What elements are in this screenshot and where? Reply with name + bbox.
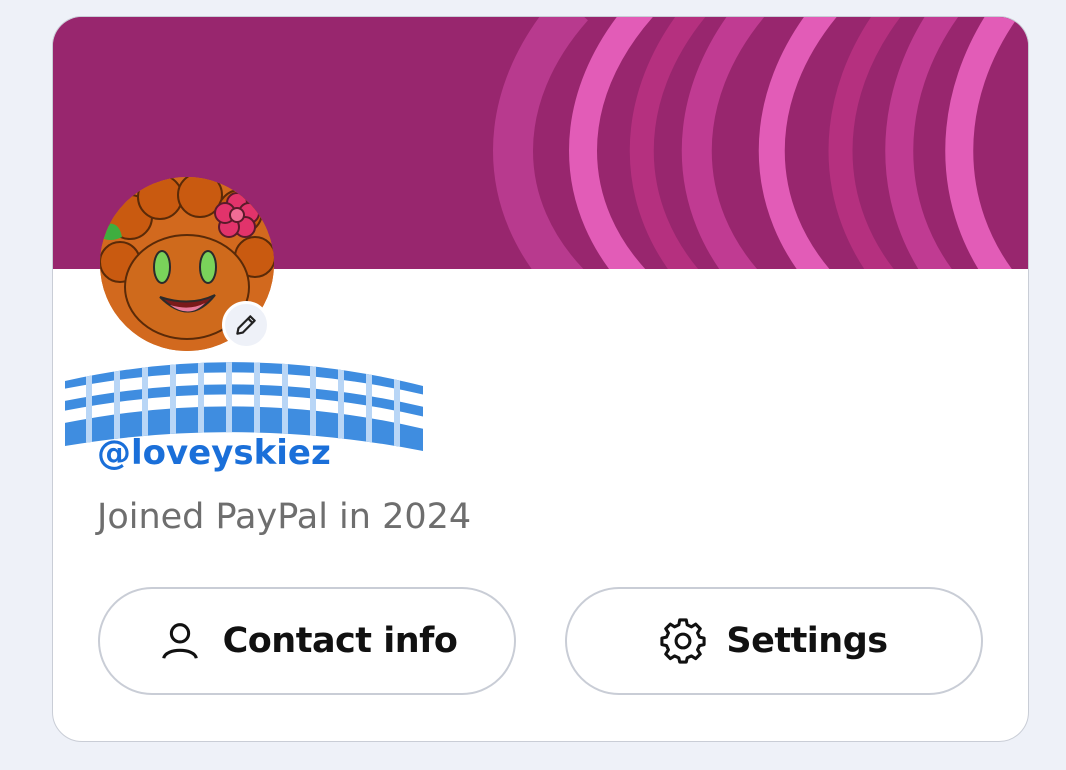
contact-info-label: Contact info [222, 621, 458, 661]
profile-card: @loveyskiez Joined PayPal in 2024 Contac… [52, 16, 1029, 742]
contact-info-button[interactable]: Contact info [98, 587, 516, 695]
pencil-icon [233, 312, 259, 338]
settings-button[interactable]: Settings [565, 587, 983, 695]
username: @loveyskiez [97, 433, 331, 473]
joined-date: Joined PayPal in 2024 [97, 497, 472, 537]
avatar[interactable] [100, 177, 274, 351]
person-icon [157, 618, 203, 664]
settings-label: Settings [726, 621, 888, 661]
gear-icon [660, 618, 707, 664]
edit-avatar-button[interactable] [222, 301, 270, 349]
